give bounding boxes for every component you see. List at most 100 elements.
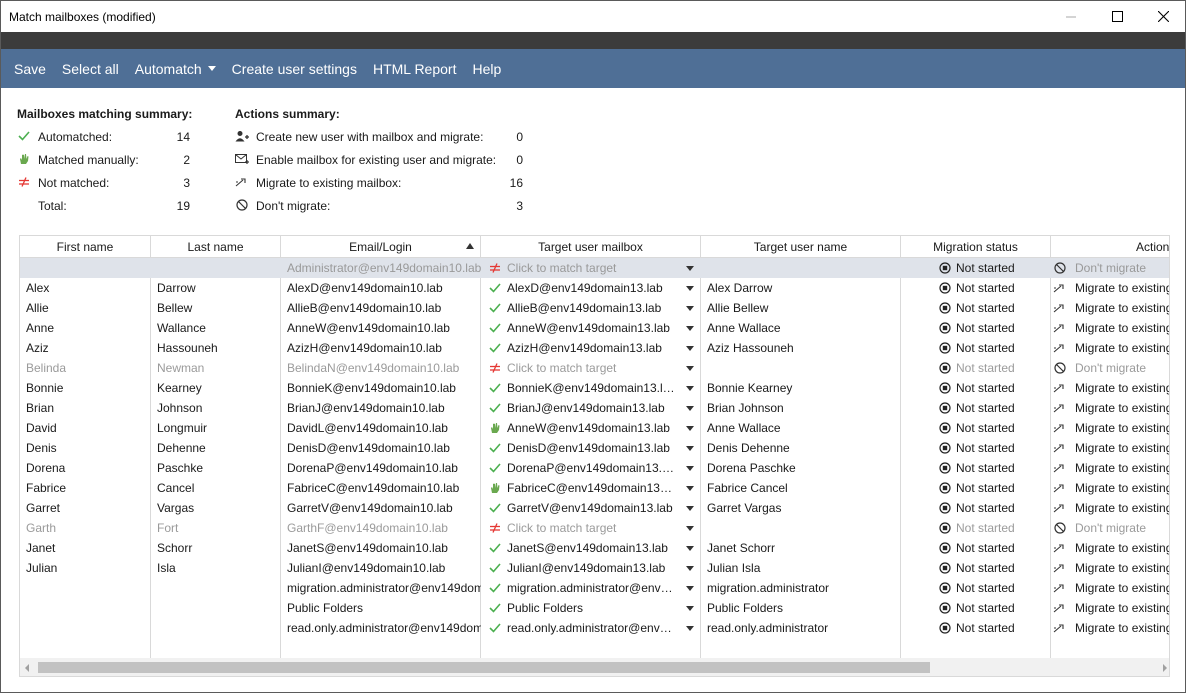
target-mailbox-cell[interactable]: DorenaP@env149domain13.lab xyxy=(481,458,701,478)
save-button[interactable]: Save xyxy=(14,61,46,77)
table-row[interactable]: Denis Dehenne DenisD@env149domain10.lab Den… xyxy=(20,438,1169,458)
column-header-target-mailbox[interactable]: Target user mailbox xyxy=(481,236,701,258)
scroll-right-icon[interactable] xyxy=(1163,664,1167,672)
target-mailbox-cell[interactable]: JanetS@env149domain13.lab xyxy=(481,538,701,558)
chevron-down-icon[interactable] xyxy=(686,346,694,351)
target-mailbox-cell[interactable]: Click to match target xyxy=(481,258,701,278)
chevron-down-icon[interactable] xyxy=(686,286,694,291)
table-row[interactable]: Alex Darrow AlexD@env149domain10.lab AlexD@… xyxy=(20,278,1169,298)
table-row[interactable]: Garth Fort GarthF@env149domain10.lab Click … xyxy=(20,518,1169,538)
target-mailbox-cell[interactable]: JulianI@env149domain13.lab xyxy=(481,558,701,578)
action-cell[interactable]: Migrate to existing mailbox xyxy=(1051,578,1169,598)
close-button[interactable] xyxy=(1140,1,1185,32)
column-header-first-name[interactable]: First name xyxy=(20,236,151,258)
table-row[interactable]: Julian Isla JulianI@env149domain10.lab Juli… xyxy=(20,558,1169,578)
table-row[interactable]: Public Folders Public Folders Public Folde… xyxy=(20,598,1169,618)
action-cell[interactable]: Migrate to existing mailbox xyxy=(1051,398,1169,418)
automatch-dropdown[interactable]: Automatch xyxy=(135,61,216,77)
chevron-down-icon[interactable] xyxy=(686,506,694,511)
target-mailbox-cell[interactable]: BrianJ@env149domain13.lab xyxy=(481,398,701,418)
action-cell[interactable]: Don't migrate xyxy=(1051,518,1169,538)
chevron-down-icon[interactable] xyxy=(686,586,694,591)
target-mailbox-cell[interactable]: AnneW@env149domain13.lab xyxy=(481,318,701,338)
chevron-down-icon[interactable] xyxy=(686,486,694,491)
target-mailbox-cell[interactable]: Public Folders xyxy=(481,598,701,618)
table-row[interactable]: David Longmuir DavidL@env149domain10.lab An… xyxy=(20,418,1169,438)
action-cell[interactable]: Migrate to existing mailbox xyxy=(1051,418,1169,438)
target-mailbox-cell[interactable]: AnneW@env149domain13.lab xyxy=(481,418,701,438)
scroll-left-icon[interactable] xyxy=(25,664,29,672)
chevron-down-icon[interactable] xyxy=(686,366,694,371)
chevron-down-icon[interactable] xyxy=(686,626,694,631)
table-row[interactable]: migration.administrator@env149domain10.l… xyxy=(20,578,1169,598)
target-mailbox-cell[interactable]: migration.administrator@env149domain13.l… xyxy=(481,578,701,598)
target-mailbox-cell[interactable]: read.only.administrator@env149domain13.l… xyxy=(481,618,701,638)
chevron-down-icon[interactable] xyxy=(686,266,694,271)
chevron-down-icon[interactable] xyxy=(686,446,694,451)
table-row[interactable]: Janet Schorr JanetS@env149domain10.lab Jane… xyxy=(20,538,1169,558)
chevron-down-icon[interactable] xyxy=(686,466,694,471)
table-row[interactable]: Bonnie Kearney BonnieK@env149domain10.lab B… xyxy=(20,378,1169,398)
action-cell[interactable]: Migrate to existing mailbox xyxy=(1051,318,1169,338)
chevron-down-icon[interactable] xyxy=(686,566,694,571)
mailbox-grid[interactable]: First name Last name Email/Login Target … xyxy=(19,235,1170,677)
action-cell[interactable]: Migrate to existing mailbox xyxy=(1051,278,1169,298)
column-header-action[interactable]: Action xyxy=(1051,236,1169,258)
table-row[interactable]: Allie Bellew AllieB@env149domain10.lab Alli… xyxy=(20,298,1169,318)
action-cell[interactable]: Migrate to existing mailbox xyxy=(1051,618,1169,638)
horizontal-scrollbar[interactable] xyxy=(20,658,1169,676)
action-cell[interactable]: Migrate to existing mailbox xyxy=(1051,498,1169,518)
target-mailbox-cell[interactable]: AlexD@env149domain13.lab xyxy=(481,278,701,298)
target-mailbox-cell[interactable]: Click to match target xyxy=(481,358,701,378)
minimize-button[interactable] xyxy=(1048,1,1094,32)
help-button[interactable]: Help xyxy=(472,61,501,77)
target-mailbox-cell[interactable]: FabriceC@env149domain13.lab xyxy=(481,478,701,498)
action-cell[interactable]: Migrate to existing mailbox xyxy=(1051,538,1169,558)
column-header-email[interactable]: Email/Login xyxy=(281,236,481,258)
target-mailbox-cell[interactable]: DenisD@env149domain13.lab xyxy=(481,438,701,458)
chevron-down-icon[interactable] xyxy=(686,526,694,531)
table-row[interactable]: Belinda Newman BelindaN@env149domain10.lab… xyxy=(20,358,1169,378)
action-cell[interactable]: Migrate to existing mailbox xyxy=(1051,458,1169,478)
chevron-down-icon[interactable] xyxy=(686,546,694,551)
action-cell[interactable]: Migrate to existing mailbox xyxy=(1051,378,1169,398)
table-row[interactable]: Fabrice Cancel FabriceC@env149domain10.lab… xyxy=(20,478,1169,498)
chevron-down-icon[interactable] xyxy=(686,386,694,391)
column-header-last-name[interactable]: Last name xyxy=(151,236,281,258)
action-cell[interactable]: Migrate to existing mailbox xyxy=(1051,558,1169,578)
target-mailbox-cell[interactable]: Click to match target xyxy=(481,518,701,538)
column-header-migration-status[interactable]: Migration status xyxy=(901,236,1051,258)
maximize-button[interactable] xyxy=(1094,1,1140,32)
table-row[interactable]: Aziz Hassouneh AzizH@env149domain10.lab Azi… xyxy=(20,338,1169,358)
table-row[interactable]: Brian Johnson BrianJ@env149domain10.lab Bri… xyxy=(20,398,1169,418)
create-user-settings-button[interactable]: Create user settings xyxy=(232,61,357,77)
action-cell[interactable]: Migrate to existing mailbox xyxy=(1051,298,1169,318)
action-cell[interactable]: Migrate to existing mailbox xyxy=(1051,338,1169,358)
target-mailbox-cell[interactable]: AzizH@env149domain13.lab xyxy=(481,338,701,358)
last-name-cell: Newman xyxy=(157,361,205,375)
column-header-target-name[interactable]: Target user name xyxy=(701,236,901,258)
hand-icon xyxy=(488,481,502,495)
chevron-down-icon[interactable] xyxy=(686,406,694,411)
action-cell[interactable]: Don't migrate xyxy=(1051,358,1169,378)
scrollbar-thumb[interactable] xyxy=(38,662,930,673)
html-report-button[interactable]: HTML Report xyxy=(373,61,457,77)
target-mailbox-cell[interactable]: GarretV@env149domain13.lab xyxy=(481,498,701,518)
action-cell[interactable]: Migrate to existing mailbox xyxy=(1051,598,1169,618)
target-mailbox-value: AzizH@env149domain13.lab xyxy=(507,341,662,355)
chevron-down-icon[interactable] xyxy=(686,606,694,611)
chevron-down-icon[interactable] xyxy=(686,426,694,431)
chevron-down-icon[interactable] xyxy=(686,326,694,331)
action-cell[interactable]: Migrate to existing mailbox xyxy=(1051,438,1169,458)
target-mailbox-cell[interactable]: BonnieK@env149domain13.lab xyxy=(481,378,701,398)
action-cell[interactable]: Migrate to existing mailbox xyxy=(1051,478,1169,498)
table-row[interactable]: Administrator@env149domain10.lab Click to… xyxy=(20,258,1169,278)
select-all-button[interactable]: Select all xyxy=(62,61,119,77)
chevron-down-icon[interactable] xyxy=(686,306,694,311)
table-row[interactable]: Dorena Paschke DorenaP@env149domain10.lab D… xyxy=(20,458,1169,478)
action-cell[interactable]: Don't migrate xyxy=(1051,258,1169,278)
table-row[interactable]: Anne Wallance AnneW@env149domain10.lab Anne… xyxy=(20,318,1169,338)
table-row[interactable]: Garret Vargas GarretV@env149domain10.lab Ga… xyxy=(20,498,1169,518)
target-mailbox-cell[interactable]: AllieB@env149domain13.lab xyxy=(481,298,701,318)
table-row[interactable]: read.only.administrator@env149domain10.l… xyxy=(20,618,1169,638)
